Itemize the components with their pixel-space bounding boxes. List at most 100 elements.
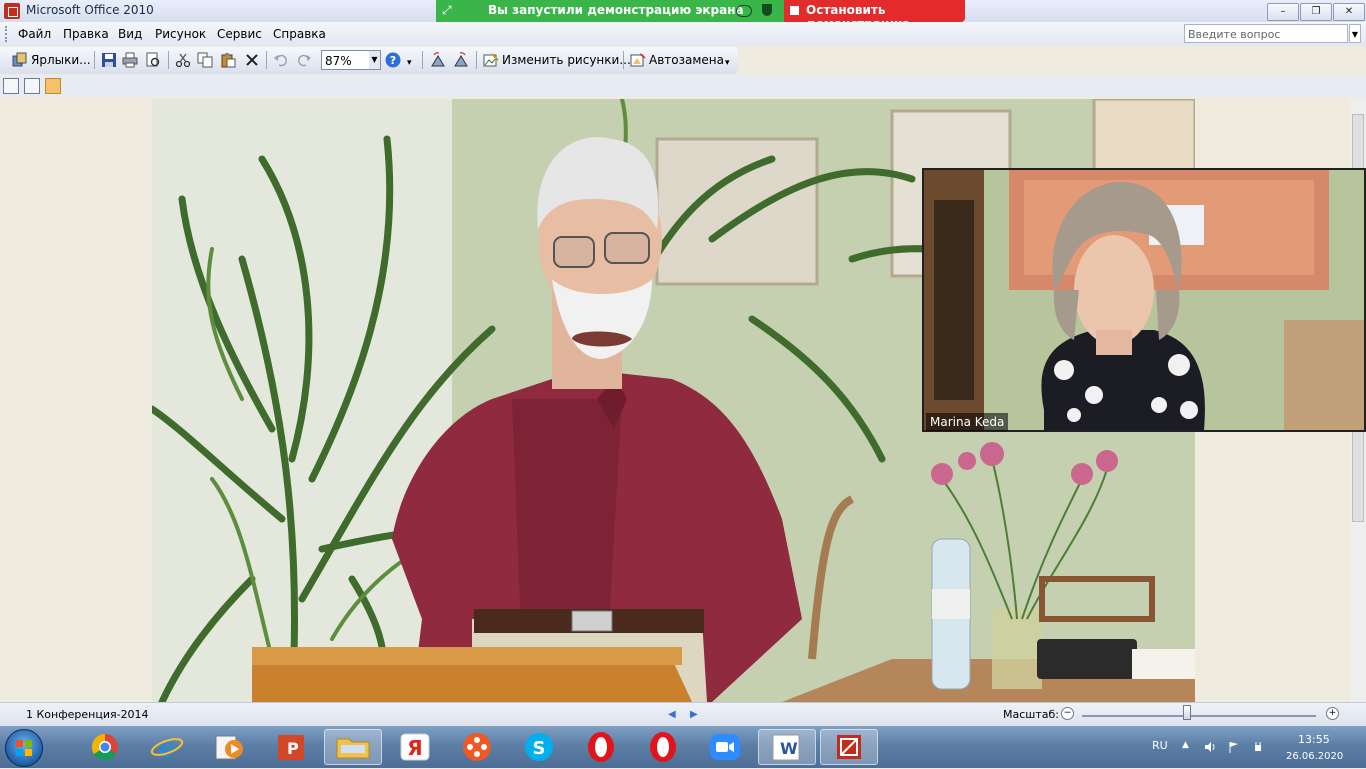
toolbar-options-icon[interactable]: ▾ xyxy=(407,54,412,72)
toolbar-separator xyxy=(422,51,423,69)
help-icon[interactable]: ? xyxy=(385,52,401,68)
stop-share-button[interactable]: Остановить демонстрацию xyxy=(784,0,965,31)
show-hidden-icons-icon[interactable]: ▲ xyxy=(1182,740,1189,750)
clock-time[interactable]: 13:55 xyxy=(1298,733,1330,746)
view-toolbar xyxy=(0,75,1366,97)
taskbar-zoom[interactable] xyxy=(696,729,754,765)
toolbar-separator xyxy=(94,51,95,69)
menu-bar: Файл Правка Вид Рисунок Сервис Справка xyxy=(0,22,1366,46)
shortcuts-button[interactable]: Ярлыки... xyxy=(31,51,91,69)
folder-icon xyxy=(336,738,370,759)
next-picture-icon[interactable]: ▶ xyxy=(690,709,698,720)
svg-text:e: e xyxy=(159,731,176,764)
window-title: Microsoft Office 2010 xyxy=(26,3,154,17)
single-picture-view-icon[interactable] xyxy=(45,78,61,94)
copy-icon[interactable] xyxy=(197,52,213,68)
delete-icon[interactable] xyxy=(244,52,260,68)
taskbar-opera[interactable] xyxy=(572,729,630,765)
taskbar-word[interactable]: W xyxy=(758,729,816,765)
opera-icon xyxy=(588,732,614,762)
share-status-text: Вы запустили демонстрацию экрана xyxy=(488,3,744,17)
menu-edit[interactable]: Правка xyxy=(63,27,109,41)
zoom-icon xyxy=(710,734,740,760)
taskbar-picture-manager[interactable] xyxy=(820,729,878,765)
close-button[interactable]: ✕ xyxy=(1333,3,1365,21)
start-button[interactable] xyxy=(5,729,43,767)
svg-text:W: W xyxy=(780,739,798,758)
svg-text:S: S xyxy=(533,738,546,759)
toolbar-options-icon[interactable]: ▾ xyxy=(725,54,730,72)
paste-icon[interactable] xyxy=(220,52,236,68)
taskbar-chrome[interactable] xyxy=(76,729,134,765)
media-player-icon xyxy=(215,735,243,760)
language-indicator[interactable]: RU xyxy=(1152,739,1168,752)
skype-icon: S xyxy=(525,733,553,761)
menu-file[interactable]: Файл xyxy=(18,27,51,41)
zoom-label: Масштаб: xyxy=(1003,708,1059,721)
undo-icon[interactable] xyxy=(273,52,289,68)
screen-share-banner: ⤢ Вы запустили демонстрацию экрана xyxy=(436,0,784,22)
print-preview-icon[interactable] xyxy=(145,52,161,68)
print-icon[interactable] xyxy=(122,52,138,68)
svg-text:P: P xyxy=(287,739,299,758)
edit-pictures-button[interactable]: Изменить рисунки... xyxy=(502,51,631,69)
minimize-button[interactable]: – xyxy=(1267,3,1299,21)
zoom-dropdown-icon[interactable]: ▼ xyxy=(369,51,380,69)
opera-icon xyxy=(650,732,676,762)
svg-text:?: ? xyxy=(390,54,396,67)
film-reel-icon xyxy=(463,733,491,761)
autocorrect-button[interactable]: Автозамена xyxy=(649,51,724,69)
svg-text:Я: Я xyxy=(407,736,422,760)
rotate-left-icon[interactable] xyxy=(430,52,446,68)
yandex-icon: Я xyxy=(400,733,430,761)
taskbar-opera[interactable] xyxy=(634,729,692,765)
cut-icon[interactable] xyxy=(175,52,191,68)
zoom-in-icon[interactable]: + xyxy=(1326,707,1339,720)
taskbar-media-app[interactable] xyxy=(448,729,506,765)
menu-view[interactable]: Вид xyxy=(118,27,142,41)
picture-manager-icon xyxy=(837,735,861,759)
restore-button[interactable]: ❐ xyxy=(1300,3,1332,21)
taskbar-powerpoint[interactable]: P xyxy=(262,729,320,765)
participant-video-tile xyxy=(922,168,1366,432)
word-icon: W xyxy=(772,734,800,761)
shortcuts-icon[interactable] xyxy=(12,52,28,68)
toolbar-separator xyxy=(476,51,477,69)
chrome-icon xyxy=(91,733,118,761)
redo-icon[interactable] xyxy=(296,52,312,68)
thumbnail-view-icon[interactable] xyxy=(3,78,19,94)
menu-picture[interactable]: Рисунок xyxy=(155,27,206,41)
taskbar-media-player[interactable] xyxy=(200,729,258,765)
windows-logo-icon xyxy=(16,740,32,756)
taskbar-file-explorer[interactable] xyxy=(324,729,382,765)
menu-tools[interactable]: Сервис xyxy=(217,27,262,41)
taskbar-internet-explorer[interactable]: e xyxy=(138,729,196,765)
status-bar: 1 Конференция-2014 ◀ ▶ Масштаб: xyxy=(0,702,1366,727)
menu-help[interactable]: Справка xyxy=(273,27,326,41)
zoom-slider-track[interactable] xyxy=(1082,715,1316,717)
save-icon[interactable] xyxy=(101,52,117,68)
share-arrow-icon: ⤢ xyxy=(442,3,452,17)
participant-video xyxy=(924,170,1364,430)
rotate-right-icon[interactable] xyxy=(453,52,469,68)
participant-name-label: Marina Keda xyxy=(926,413,1009,431)
powerpoint-icon: P xyxy=(278,735,304,760)
previous-picture-icon[interactable]: ◀ xyxy=(668,709,676,720)
clock-date[interactable]: 26.06.2020 xyxy=(1286,751,1343,762)
autocorrect-icon[interactable] xyxy=(630,52,646,68)
edit-pictures-icon[interactable] xyxy=(483,52,499,68)
power-plug-icon[interactable] xyxy=(1252,741,1264,753)
zoom-out-icon[interactable]: − xyxy=(1061,707,1074,720)
shield-icon xyxy=(762,4,772,16)
action-center-flag-icon[interactable] xyxy=(1228,741,1240,753)
volume-icon[interactable] xyxy=(1204,741,1216,753)
taskbar-skype[interactable]: S xyxy=(510,729,568,765)
taskbar-yandex-browser[interactable]: Я xyxy=(386,729,444,765)
zoom-slider-thumb[interactable] xyxy=(1183,705,1191,720)
filmstrip-view-icon[interactable] xyxy=(24,78,40,94)
picture-manager-app-icon xyxy=(4,3,20,19)
internet-explorer-icon: e xyxy=(150,731,184,764)
help-search-dropdown[interactable]: ▼ xyxy=(1349,24,1361,43)
help-search-input[interactable]: Введите вопрос xyxy=(1184,24,1348,43)
stop-icon xyxy=(790,6,799,15)
